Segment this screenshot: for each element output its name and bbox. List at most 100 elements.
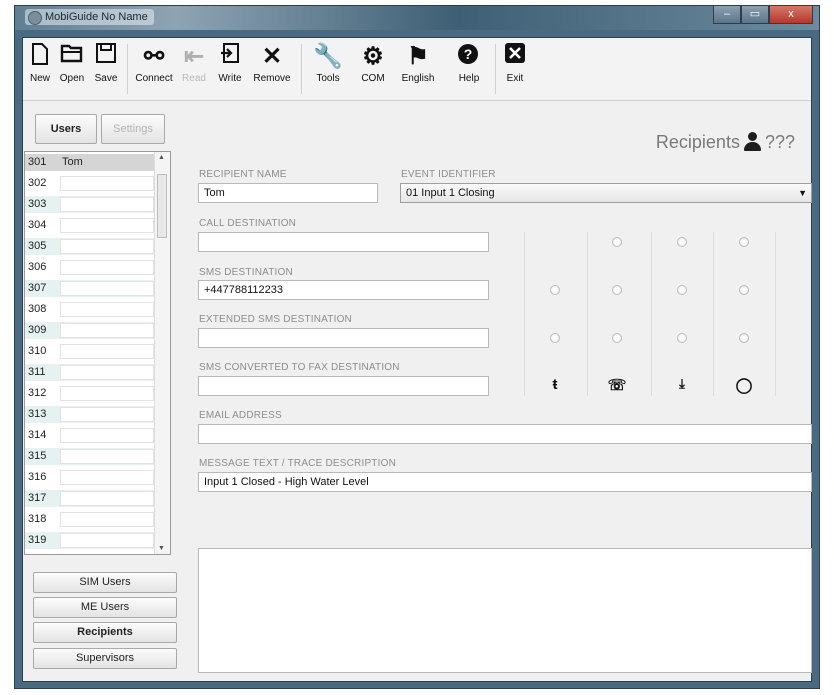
save-button[interactable]: Save	[91, 42, 121, 96]
extended-sms-radio-col4[interactable]	[739, 333, 749, 343]
write-button[interactable]: Write	[213, 42, 247, 96]
extended-sms-radio-col3[interactable]	[677, 333, 687, 343]
window-title: MobiGuide No Name	[25, 9, 154, 25]
sim-users-button[interactable]: SIM Users	[33, 572, 177, 593]
call-radio-col2[interactable]	[612, 237, 622, 247]
sms-fax-field[interactable]	[198, 376, 489, 396]
tab-settings[interactable]: Settings	[101, 114, 165, 144]
exit-button[interactable]: Exit	[500, 42, 530, 96]
user-name[interactable]	[60, 239, 154, 254]
sms-destination-field[interactable]: +447788112233	[198, 280, 489, 300]
event-identifier-select[interactable]: 01 Input 1 Closing ▼	[400, 183, 812, 203]
notes-textarea[interactable]	[198, 548, 812, 673]
help-button[interactable]: ? Help	[447, 42, 491, 96]
user-name[interactable]	[60, 197, 154, 212]
list-item[interactable]: 315	[25, 448, 155, 465]
tools-button[interactable]: 🔧 Tools	[305, 42, 351, 96]
window-title-text: MobiGuide No Name	[45, 11, 148, 23]
call-radio-col4[interactable]	[739, 237, 749, 247]
sms-radio-col1[interactable]	[550, 285, 560, 295]
user-name[interactable]	[60, 407, 154, 422]
com-button[interactable]: ⚙ COM	[355, 42, 391, 96]
user-name[interactable]	[60, 344, 154, 359]
user-name[interactable]	[60, 365, 154, 380]
read-icon: ⇤	[183, 43, 205, 70]
list-item[interactable]: 310	[25, 343, 155, 360]
list-item[interactable]: 303	[25, 196, 155, 213]
user-name[interactable]: Tom	[60, 155, 156, 170]
list-item[interactable]: 316	[25, 469, 155, 486]
user-name[interactable]	[60, 302, 154, 317]
list-item[interactable]: 307	[25, 280, 155, 297]
user-name[interactable]	[60, 281, 154, 296]
user-number: 313	[28, 408, 47, 420]
recipient-name-field[interactable]: Tom	[198, 183, 378, 203]
user-name[interactable]	[60, 176, 154, 191]
scroll-thumb[interactable]	[157, 174, 167, 238]
list-item[interactable]: 304	[25, 217, 155, 234]
list-item[interactable]: 302	[25, 175, 155, 192]
tab-users[interactable]: Users	[35, 114, 97, 144]
recipients-button[interactable]: Recipients	[33, 622, 177, 643]
list-item[interactable]: 314	[25, 427, 155, 444]
list-item[interactable]: 313	[25, 406, 155, 423]
extended-sms-field[interactable]	[198, 328, 489, 348]
user-name[interactable]	[60, 512, 154, 527]
user-number: 310	[28, 345, 47, 357]
maximize-button[interactable]: ▭	[741, 6, 769, 24]
extended-sms-radio-col1[interactable]	[550, 333, 560, 343]
com-label: COM	[361, 73, 385, 84]
user-list[interactable]: 301 Tom 302 303 304 305 306 307 308 309 310 311 312 3…	[24, 151, 171, 555]
list-item[interactable]: 309	[25, 322, 155, 339]
user-name[interactable]	[60, 218, 154, 233]
user-name[interactable]	[60, 428, 154, 443]
list-item[interactable]: 319	[25, 532, 155, 549]
floppy-save-icon	[91, 42, 121, 72]
list-item[interactable]: 311	[25, 364, 155, 381]
user-name[interactable]	[60, 470, 154, 485]
list-scrollbar[interactable]: ▲ ▼	[154, 152, 170, 554]
scroll-down-icon[interactable]: ▼	[158, 545, 165, 552]
sms-radio-col2[interactable]	[612, 285, 622, 295]
gear-icon: ⚙	[362, 43, 384, 70]
user-name[interactable]	[60, 260, 154, 275]
language-label: English	[401, 73, 435, 84]
user-name[interactable]	[60, 491, 154, 506]
open-button[interactable]: Open	[56, 42, 88, 96]
extended-sms-radio-col2[interactable]	[612, 333, 622, 343]
remove-button[interactable]: ✕ Remove	[249, 42, 295, 96]
extended-sms-label: EXTENDED SMS DESTINATION	[199, 314, 352, 325]
list-item[interactable]: 306	[25, 259, 155, 276]
list-item[interactable]: 312	[25, 385, 155, 402]
message-field[interactable]: Input 1 Closed - High Water Level	[198, 472, 812, 492]
user-name[interactable]	[60, 323, 154, 338]
list-item[interactable]: 308	[25, 301, 155, 318]
supervisors-button[interactable]: Supervisors	[33, 648, 177, 669]
list-item[interactable]: 317	[25, 490, 155, 507]
user-name[interactable]	[60, 386, 154, 401]
language-button[interactable]: ⚑ English	[395, 42, 441, 96]
scroll-up-icon[interactable]: ▲	[158, 154, 165, 161]
event-identifier-value: 01 Input 1 Closing	[406, 187, 495, 199]
connect-button[interactable]: ⚯ Connect	[131, 42, 177, 96]
title-bar[interactable]: MobiGuide No Name – ▭ x	[15, 6, 819, 30]
sms-radio-col4[interactable]	[739, 285, 749, 295]
list-item[interactable]: 305	[25, 238, 155, 255]
read-button[interactable]: ⇤ Read	[179, 42, 209, 96]
wrench-icon: 🔧	[313, 43, 343, 70]
list-item[interactable]: 318	[25, 511, 155, 528]
close-button[interactable]: x	[769, 6, 813, 24]
connect-icon: ⚯	[143, 43, 165, 70]
user-number: 314	[28, 429, 47, 441]
user-name[interactable]	[60, 533, 154, 548]
minimize-button[interactable]: –	[713, 6, 741, 24]
email-field[interactable]	[198, 424, 812, 444]
user-name[interactable]	[60, 449, 154, 464]
list-item[interactable]: 301 Tom	[25, 154, 155, 171]
call-radio-col3[interactable]	[677, 237, 687, 247]
call-destination-field[interactable]	[198, 232, 489, 252]
new-button[interactable]: New	[27, 42, 53, 96]
user-number: 316	[28, 471, 47, 483]
sms-radio-col3[interactable]	[677, 285, 687, 295]
me-users-button[interactable]: ME Users	[33, 597, 177, 618]
